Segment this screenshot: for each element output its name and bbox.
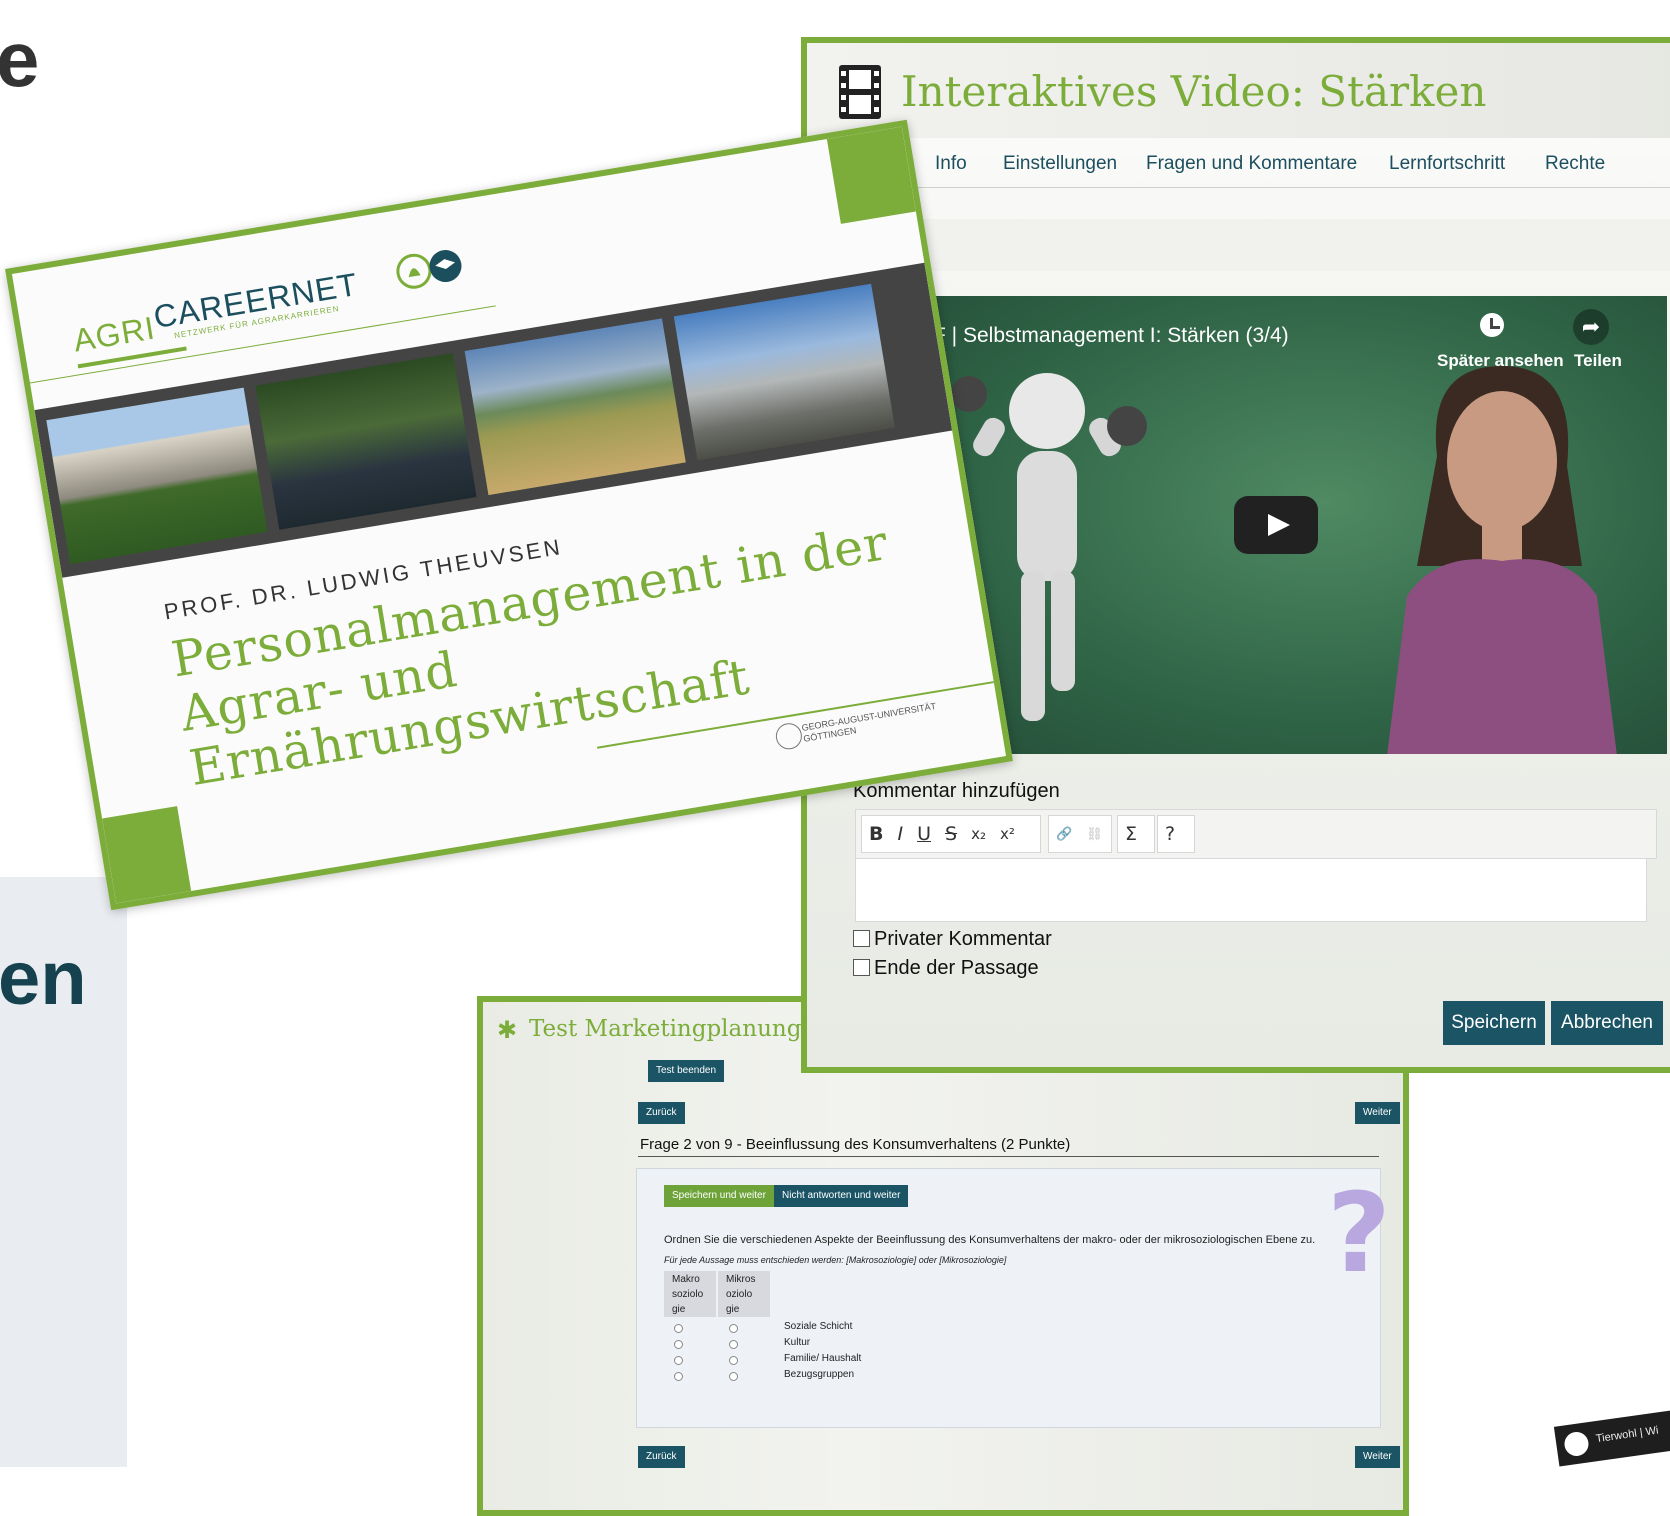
end-of-passage-row[interactable]: Ende der Passage [853,957,1039,980]
radio-mikro-3[interactable] [729,1356,738,1365]
video-player[interactable]: KSF | Selbstmanagement I: Stärken (3/4) … [907,296,1667,754]
italic-button[interactable]: I [890,823,910,845]
formula-group: Σ [1117,815,1155,853]
radio-makro-3[interactable] [674,1356,683,1365]
video-title: KSF | Selbstmanagement I: Stärken (3/4) [907,324,1289,347]
cancel-button[interactable]: Abbrechen [1551,1001,1663,1045]
slide-corner-square [102,806,192,904]
side-heading-fragment: en [0,936,87,1021]
question-text: Ordnen Sie die verschiedenen Aspekte der… [664,1234,1316,1246]
link-icon[interactable]: 🔗 [1049,827,1079,842]
radio-mikro-1[interactable] [729,1324,738,1333]
link-group: 🔗 ⛓ [1048,815,1112,853]
column-header-mikro: Mikros oziolo gie [718,1271,770,1317]
format-group: B I U S x₂ x² [861,815,1041,853]
video-window-title: Interaktives Video: Stärken [901,67,1487,116]
agricareernet-logo-icon [1562,1430,1591,1458]
comment-label: Kommentar hinzufügen [853,780,1060,802]
editor-toolbar: B I U S x₂ x² 🔗 ⛓ Σ ? [855,809,1657,859]
content-band [807,219,1670,271]
help-button[interactable]: ? [1158,823,1182,845]
column-header-makro: Makro soziolo gie [664,1271,716,1317]
tab-einstellungen[interactable]: Einstellungen [1003,153,1117,175]
tab-info[interactable]: Info [935,153,967,175]
save-and-next-button[interactable]: Speichern und weiter [664,1185,774,1207]
radio-mikro-2[interactable] [729,1340,738,1349]
superscript-button[interactable]: x² [993,825,1022,843]
unlink-icon[interactable]: ⛓ [1079,827,1110,842]
test-title: Test Marketingplanung [529,1016,802,1042]
photo-people-group [255,353,477,530]
watch-later-label[interactable]: Später ansehen [1437,351,1564,371]
question-hint: Für jede Aussage muss entschieden werden… [664,1255,1007,1265]
tab-rechte[interactable]: Rechte [1545,153,1605,175]
tab-fragen-und-kommentare[interactable]: Fragen und Kommentare [1146,153,1357,175]
film-icon [839,65,881,119]
question-mark-icon: ? [1327,1169,1391,1297]
photo-modern-building [673,283,895,461]
save-button[interactable]: Speichern [1443,1001,1545,1045]
private-comment-label: Privater Kommentar [874,928,1052,950]
agricareernet-logo-icon [396,250,462,289]
comment-editor[interactable] [855,858,1647,922]
end-of-passage-label: Ende der Passage [874,957,1039,979]
private-comment-checkbox[interactable] [853,930,870,947]
play-button[interactable] [1234,496,1318,554]
photo-harvester [464,318,686,496]
photo-university-building [46,387,268,565]
puzzle-icon: ✱ [497,1017,518,1044]
question-panel: ? Speichern und weiter Nicht antworten u… [636,1168,1391,1428]
tab-bar: lt Info Einstellungen Fragen und Komment… [807,143,1670,188]
question-divider [638,1156,1379,1157]
end-test-button[interactable]: Test beenden [648,1060,725,1082]
radio-mikro-4[interactable] [729,1372,738,1381]
logo-agri-text: AGRI [70,309,158,359]
back-button-bottom[interactable]: Zurück [638,1446,685,1468]
option-label: Kultur [784,1337,811,1348]
share-icon[interactable]: ➦ [1573,309,1609,345]
radio-makro-2[interactable] [674,1340,683,1349]
radio-makro-1[interactable] [674,1324,683,1333]
option-label: Familie/ Haushalt [784,1353,862,1364]
help-group: ? [1157,815,1195,853]
back-button-top[interactable]: Zurück [638,1102,685,1124]
underline-button[interactable]: U [910,823,938,845]
skip-question-button[interactable]: Nicht antworten und weiter [774,1185,909,1207]
background-heading-fragment: e [0,15,40,103]
subscript-button[interactable]: x₂ [964,825,993,843]
tab-lernfortschritt[interactable]: Lernfortschritt [1389,153,1505,175]
tierwohl-video-thumbnail[interactable]: Tierwohl | Wi [1553,1407,1670,1467]
strikethrough-button[interactable]: S [938,823,964,845]
end-of-passage-checkbox[interactable] [853,959,870,976]
question-title: Frage 2 von 9 - Beeinflussung des Konsum… [640,1136,1071,1153]
presenter-image [1387,366,1617,754]
option-label: Bezugsgruppen [784,1369,855,1380]
share-label[interactable]: Teilen [1574,351,1622,371]
slide-corner-square [826,126,916,224]
university-name: GEORG-AUGUST-UNIVERSITÄT GÖTTINGEN [801,701,939,745]
watch-later-icon[interactable] [1480,313,1504,337]
university-seal-icon [773,721,804,752]
next-button-bottom[interactable]: Weiter [1355,1446,1400,1468]
bold-button[interactable]: B [862,823,890,845]
test-window: ✱ Test Marketingplanung Test beenden Zur… [477,996,1409,1516]
next-button-top[interactable]: Weiter [1355,1102,1400,1124]
tierwohl-label: Tierwohl | Wi [1595,1424,1660,1446]
radio-makro-4[interactable] [674,1372,683,1381]
private-comment-row[interactable]: Privater Kommentar [853,928,1052,951]
option-label: Soziale Schicht [784,1321,853,1332]
formula-button[interactable]: Σ [1118,823,1144,845]
